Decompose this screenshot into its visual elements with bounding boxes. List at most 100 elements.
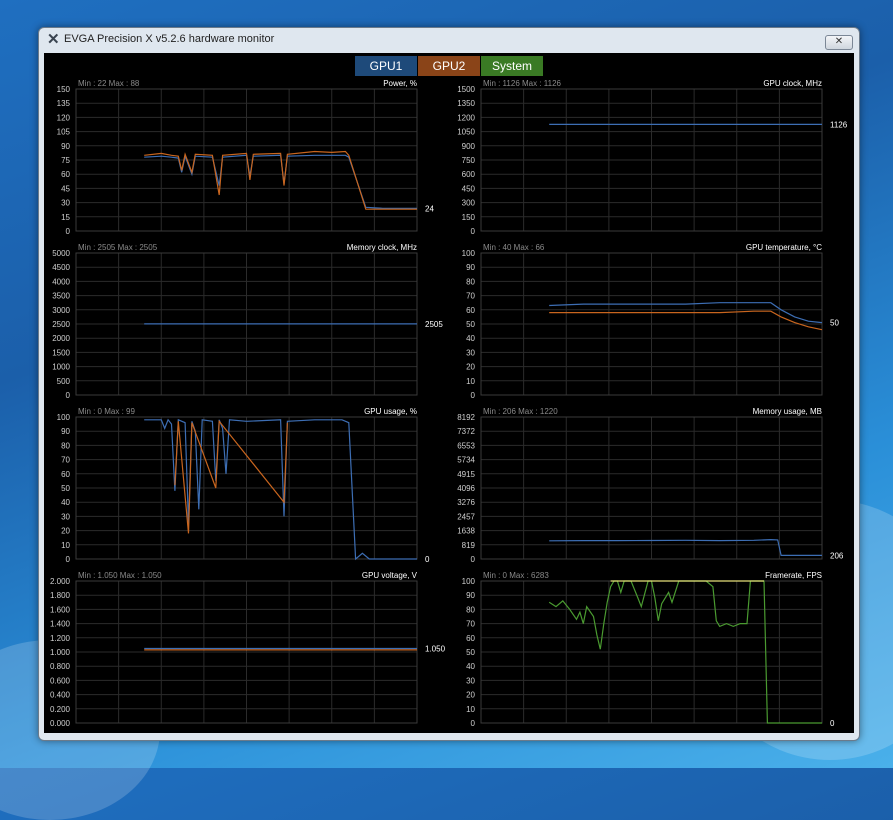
y-tick-label: 0: [66, 227, 71, 236]
y-tick-label: 30: [466, 676, 475, 685]
y-tick-label: 1200: [457, 113, 475, 122]
current-value: 0: [425, 555, 430, 564]
y-tick-label: 150: [462, 213, 476, 222]
series-line-0: [144, 154, 417, 209]
y-tick-label: 0.000: [50, 719, 71, 728]
y-tick-label: 450: [462, 184, 476, 193]
y-tick-label: 0.800: [50, 662, 71, 671]
y-tick-label: 2000: [52, 334, 70, 343]
y-tick-label: 20: [466, 691, 475, 700]
current-value: 50: [830, 319, 839, 328]
y-tick-label: 30: [61, 199, 70, 208]
close-button[interactable]: ✕: [825, 35, 853, 50]
y-tick-label: 20: [61, 527, 70, 536]
y-tick-label: 8192: [457, 413, 475, 422]
series-line-0: [549, 538, 822, 556]
y-tick-label: 1.800: [50, 591, 71, 600]
y-tick-label: 105: [57, 128, 71, 137]
y-tick-label: 900: [462, 142, 476, 151]
y-tick-label: 819: [462, 541, 476, 550]
y-tick-label: 4000: [52, 277, 70, 286]
y-tick-label: 300: [462, 199, 476, 208]
y-tick-label: 50: [466, 320, 475, 329]
chart-title: Memory usage, MB: [753, 407, 822, 416]
gpu-tab-bar: GPU1 GPU2 System: [355, 56, 544, 76]
y-tick-label: 0: [66, 391, 71, 400]
y-tick-label: 45: [61, 184, 70, 193]
chart-title: GPU clock, MHz: [763, 79, 822, 88]
y-tick-label: 60: [466, 634, 475, 643]
y-tick-label: 1000: [52, 363, 70, 372]
y-tick-label: 0: [471, 719, 476, 728]
current-value: 24: [425, 204, 434, 213]
power-chart: Min : 22 Max : 88 Power, %150135120105907…: [57, 79, 435, 236]
current-value: 1.050: [425, 644, 446, 653]
y-tick-label: 6553: [457, 441, 475, 450]
y-tick-label: 90: [466, 591, 475, 600]
y-tick-label: 2500: [52, 320, 70, 329]
y-tick-label: 3000: [52, 306, 70, 315]
monitor-area: GPU1 GPU2 System Min : 22 Max : 88 Power,…: [44, 53, 854, 733]
y-tick-label: 3276: [457, 498, 475, 507]
memory-usage-chart: Min : 206 Max : 1220 Memory usage, MB8192…: [457, 407, 844, 564]
y-tick-label: 4096: [457, 484, 475, 493]
y-tick-label: 40: [466, 334, 475, 343]
y-tick-label: 60: [466, 306, 475, 315]
framerate-chart: Min : 0 Max : 6283 Framerate, FPS10090807…: [462, 571, 835, 728]
evga-x-icon: ✕: [47, 31, 60, 48]
title-bar[interactable]: ✕ EVGA Precision X v5.2.6 hardware monit…: [39, 28, 859, 52]
y-tick-label: 40: [61, 498, 70, 507]
y-tick-label: 4500: [52, 263, 70, 272]
y-tick-label: 7372: [457, 427, 475, 436]
y-tick-label: 80: [466, 605, 475, 614]
y-tick-label: 15: [61, 213, 70, 222]
tab-gpu1[interactable]: GPU1: [355, 56, 417, 76]
y-tick-label: 500: [57, 377, 71, 386]
minmax-label: Min : 40 Max : 66: [483, 243, 545, 252]
current-value: 0: [830, 719, 835, 728]
tab-gpu2[interactable]: GPU2: [418, 56, 480, 76]
y-tick-label: 2.000: [50, 577, 71, 586]
y-tick-label: 70: [466, 292, 475, 301]
y-tick-label: 1.200: [50, 634, 71, 643]
y-tick-label: 0: [471, 555, 476, 564]
gpu-usage-chart: Min : 0 Max : 99 GPU usage, %100908070605…: [57, 407, 430, 564]
y-tick-label: 1.600: [50, 605, 71, 614]
chart-title: GPU voltage, V: [362, 571, 418, 580]
y-tick-label: 10: [466, 705, 475, 714]
y-tick-label: 90: [466, 263, 475, 272]
y-tick-label: 0: [471, 227, 476, 236]
chart-title: Memory clock, MHz: [347, 243, 417, 252]
current-value: 2505: [425, 320, 443, 329]
y-tick-label: 50: [466, 648, 475, 657]
y-tick-label: 1638: [457, 527, 475, 536]
tab-system[interactable]: System: [481, 56, 543, 76]
y-tick-label: 150: [57, 85, 71, 94]
window-title: EVGA Precision X v5.2.6 hardware monitor: [64, 33, 275, 45]
y-tick-label: 75: [61, 156, 70, 165]
y-tick-label: 1.400: [50, 620, 71, 629]
y-tick-label: 30: [61, 512, 70, 521]
y-tick-label: 0.400: [50, 691, 71, 700]
y-tick-label: 1500: [52, 348, 70, 357]
minmax-label: Min : 22 Max : 88: [78, 79, 140, 88]
y-tick-label: 1.000: [50, 648, 71, 657]
chart-title: Framerate, FPS: [765, 571, 822, 580]
gpu-clock-chart: Min : 1126 Max : 1126 GPU clock, MHz15001…: [457, 79, 848, 236]
series-line-1: [549, 310, 823, 331]
y-tick-label: 1500: [457, 85, 475, 94]
hardware-monitor-window: ✕ EVGA Precision X v5.2.6 hardware monit…: [38, 27, 860, 741]
y-tick-label: 30: [466, 348, 475, 357]
memory-clock-chart: Min : 2505 Max : 2505 Memory clock, MHz 50…: [52, 243, 443, 400]
minmax-label: Min : 206 Max : 1220: [483, 407, 558, 416]
gpu-voltage-chart: Min : 1.050 Max : 1.050 GPU voltage, V 2.0…: [50, 571, 446, 728]
y-tick-label: 40: [466, 662, 475, 671]
y-tick-label: 0.200: [50, 705, 71, 714]
y-tick-label: 10: [61, 541, 70, 550]
y-tick-label: 100: [462, 249, 476, 258]
y-tick-label: 90: [61, 142, 70, 151]
y-tick-label: 100: [462, 577, 476, 586]
current-value: 206: [830, 551, 844, 560]
y-tick-label: 1050: [457, 128, 475, 137]
y-tick-label: 2457: [457, 512, 475, 521]
